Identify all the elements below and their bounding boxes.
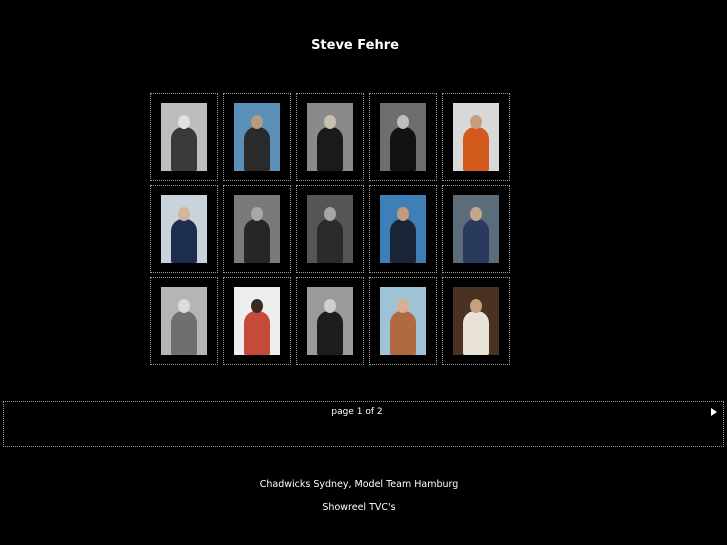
photo-figure (463, 219, 489, 263)
photo-figure (390, 127, 416, 171)
gallery-thumbnail[interactable] (369, 93, 437, 181)
photo-head (397, 299, 409, 313)
photo-figure (390, 311, 416, 355)
page: Steve Fehre page 1 of 2 Chadwicks Sydney… (0, 0, 727, 545)
photo-head (324, 299, 336, 313)
photo-3-portrait-suit (307, 103, 353, 171)
photo-14-beach (380, 287, 426, 355)
gallery-thumbnail[interactable] (150, 93, 218, 181)
gallery-thumbnail[interactable] (223, 277, 291, 365)
photo-head (470, 207, 482, 221)
photo-1-bw-group (161, 103, 207, 171)
pagination-bar: page 1 of 2 (3, 401, 724, 447)
photo-figure (244, 219, 270, 263)
photo-9-waterski (380, 195, 426, 263)
photo-4-portrait-dark (380, 103, 426, 171)
photo-figure (317, 219, 343, 263)
photo-head (397, 207, 409, 221)
photo-figure (244, 311, 270, 355)
photo-figure (171, 311, 197, 355)
photo-15-piano (453, 287, 499, 355)
photo-head (251, 115, 263, 129)
next-page-icon[interactable] (711, 408, 717, 416)
page-indicator: page 1 of 2 (331, 407, 383, 417)
photo-8-bw-jacket (307, 195, 353, 263)
gallery-thumbnail[interactable] (296, 277, 364, 365)
photo-head (251, 207, 263, 221)
photo-10-blue-suit (453, 195, 499, 263)
photo-head (178, 299, 190, 313)
photo-head (178, 207, 190, 221)
photo-gallery (150, 93, 514, 365)
photo-13-closeup (307, 287, 353, 355)
gallery-thumbnail[interactable] (369, 277, 437, 365)
agencies-link[interactable]: Chadwicks Sydney, Model Team Hamburg (0, 479, 718, 490)
gallery-thumbnail[interactable] (442, 93, 510, 181)
showreel-link[interactable]: Showreel TVC's (0, 502, 718, 513)
photo-figure (463, 127, 489, 171)
photo-5-orange-scarf (453, 103, 499, 171)
photo-figure (171, 127, 197, 171)
photo-figure (171, 219, 197, 263)
gallery-thumbnail[interactable] (223, 93, 291, 181)
photo-figure (317, 311, 343, 355)
gallery-thumbnail[interactable] (150, 185, 218, 273)
photo-head (251, 299, 263, 313)
photo-6-navy-suit (161, 195, 207, 263)
gallery-thumbnail[interactable] (223, 185, 291, 273)
photo-head (324, 115, 336, 129)
photo-head (470, 299, 482, 313)
photo-figure (317, 127, 343, 171)
gallery-thumbnail[interactable] (296, 185, 364, 273)
gallery-thumbnail[interactable] (150, 277, 218, 365)
photo-11-coat (161, 287, 207, 355)
photo-12-circle-ad (234, 287, 280, 355)
photo-figure (463, 311, 489, 355)
gallery-thumbnail[interactable] (442, 277, 510, 365)
photo-head (324, 207, 336, 221)
gallery-thumbnail[interactable] (296, 93, 364, 181)
photo-figure (390, 219, 416, 263)
gallery-thumbnail[interactable] (442, 185, 510, 273)
photo-head (397, 115, 409, 129)
photo-7-sunglasses (234, 195, 280, 263)
photo-figure (244, 127, 270, 171)
photo-head (178, 115, 190, 129)
photo-head (470, 115, 482, 129)
gallery-thumbnail[interactable] (369, 185, 437, 273)
photo-2-kneeling (234, 103, 280, 171)
page-title: Steve Fehre (311, 38, 399, 53)
